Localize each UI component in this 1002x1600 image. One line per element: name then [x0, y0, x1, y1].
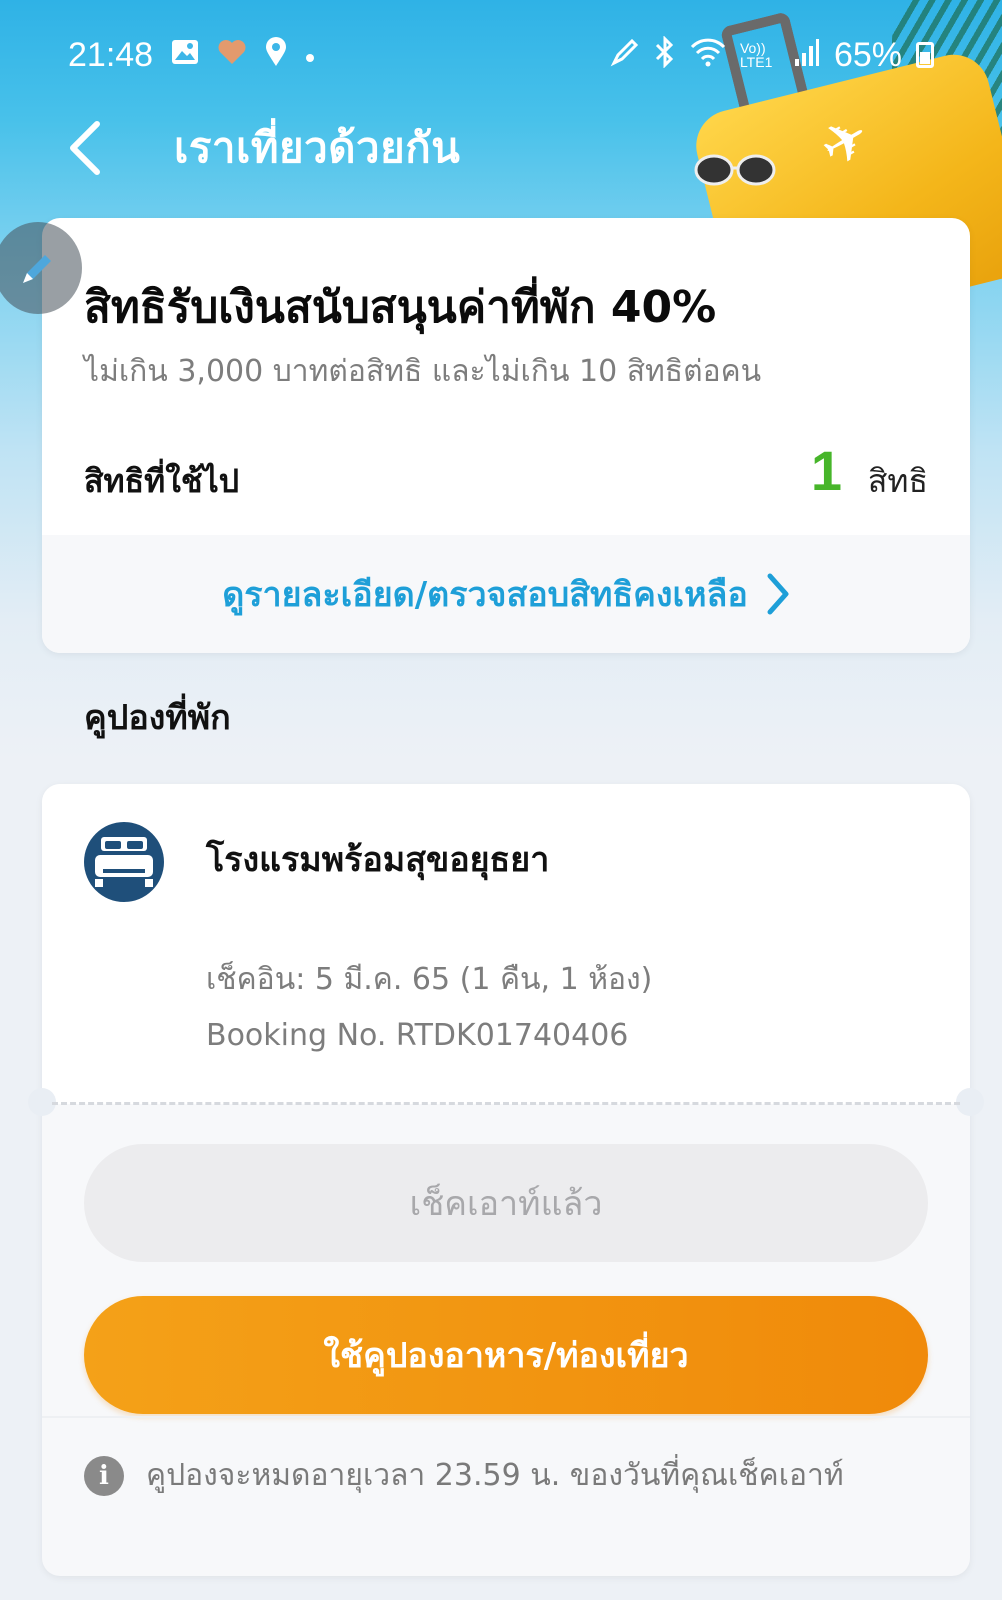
heart-icon [217, 39, 247, 72]
chevron-right-icon [766, 572, 790, 616]
used-quota-unit: สิทธิ [867, 462, 928, 500]
hotel-name: โรงแรมพร้อมสุขอยุธยา [206, 840, 550, 880]
battery-icon [916, 42, 934, 68]
bluetooth-icon [654, 34, 676, 75]
expiry-note: i คูปองจะหมดอายุเวลา 23.59 น. ของวันที่ค… [84, 1452, 844, 1499]
page-title: เราเที่ยวด้วยกัน [174, 123, 461, 172]
quota-subtitle: ไม่เกิน 3,000 บาทต่อสิทธิ และไม่เกิน 10 … [84, 354, 762, 389]
view-details-label: ดูรายละเอียด/ตรวจสอบสิทธิคงเหลือ [222, 575, 748, 615]
bed-icon [84, 822, 164, 902]
pencil-icon [23, 255, 51, 283]
pen-icon [610, 37, 640, 74]
checked-out-button: เช็คเอาท์แล้ว [84, 1144, 928, 1262]
quota-card: สิทธิรับเงินสนับสนุนค่าที่พัก 40% ไม่เกิ… [42, 218, 970, 653]
used-quota-count: 1 [810, 439, 842, 502]
image-icon [171, 39, 199, 72]
hotel-coupon-card: โรงแรมพร้อมสุขอยุธยา เช็คอิน: 5 มี.ค. 65… [28, 784, 984, 1576]
divider [42, 1416, 970, 1418]
ticket-notch-right [956, 1088, 984, 1116]
status-bar: 21:48 Vo)) LTE1 65% [0, 22, 1002, 88]
coupon-section-heading: คูปองที่พัก [84, 698, 231, 738]
ticket-perforation [52, 1102, 960, 1105]
battery-percentage: 65% [833, 35, 902, 74]
back-button[interactable] [44, 108, 124, 188]
signal-icon [794, 37, 820, 74]
used-quota-label: สิทธิที่ใช้ไป [84, 462, 239, 500]
location-icon [265, 36, 287, 74]
checkin-info: เช็คอิน: 5 มี.ค. 65 (1 คืน, 1 ห้อง) [206, 962, 653, 997]
volte-icon: Vo)) LTE1 [739, 40, 773, 70]
sunglasses-icon [694, 154, 776, 186]
booking-number: Booking No. RTDK01740406 [206, 1018, 629, 1053]
expiry-note-text: คูปองจะหมดอายุเวลา 23.59 น. ของวันที่คุณ… [146, 1458, 844, 1493]
quota-title: สิทธิรับเงินสนับสนุนค่าที่พัก 40% [84, 282, 717, 333]
dot-icon [305, 40, 315, 70]
view-details-link[interactable]: ดูรายละเอียด/ตรวจสอบสิทธิคงเหลือ [42, 535, 970, 653]
use-food-travel-coupon-button[interactable]: ใช้คูปองอาหาร/ท่องเที่ยว [84, 1296, 928, 1414]
chevron-left-icon [70, 121, 100, 175]
info-icon: i [84, 1455, 124, 1496]
wifi-icon [690, 37, 726, 74]
app-header: เราเที่ยวด้วยกัน [0, 108, 700, 188]
status-time: 21:48 [68, 35, 154, 74]
